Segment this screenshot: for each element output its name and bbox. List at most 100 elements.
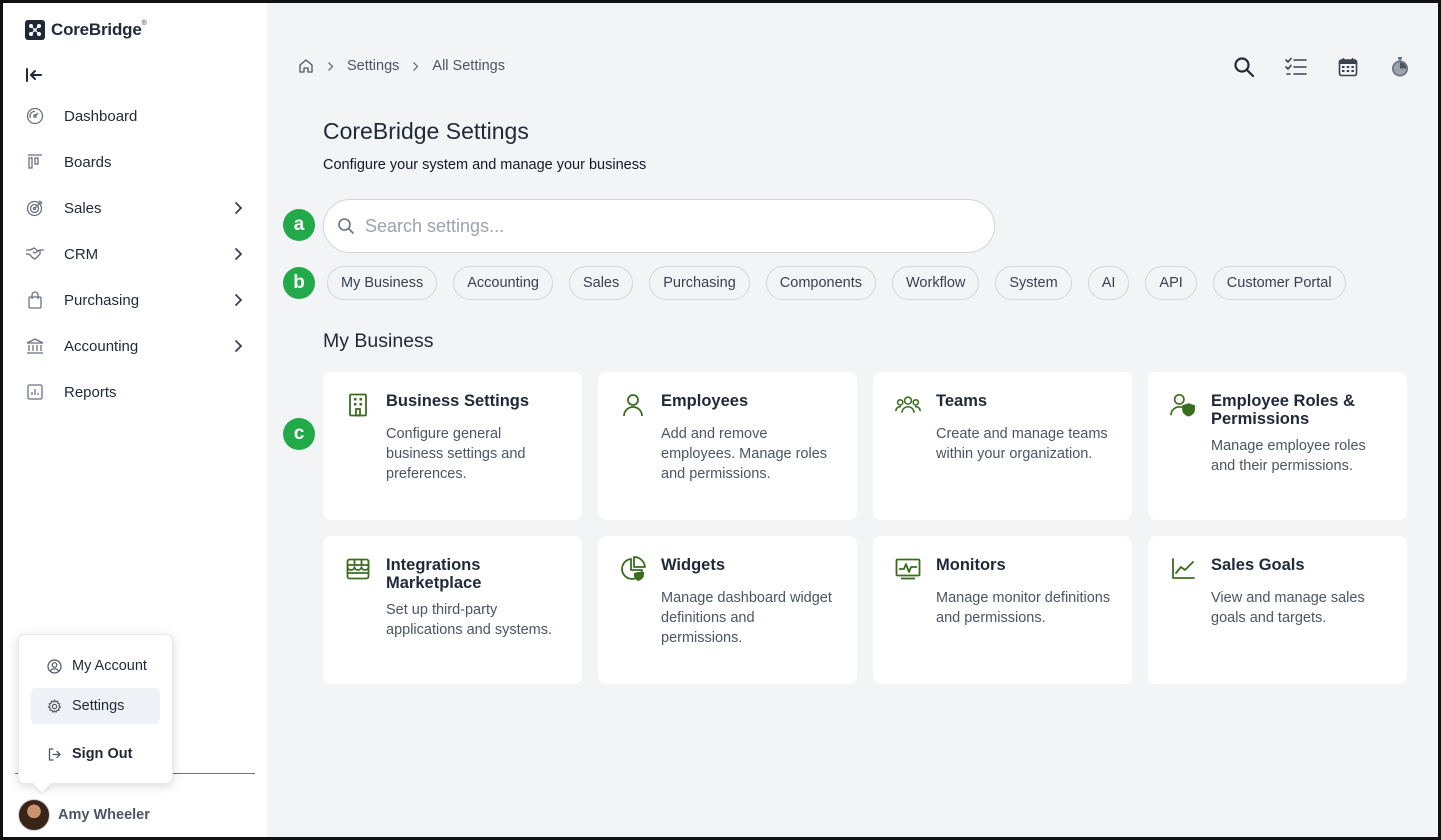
chip-my-business[interactable]: My Business bbox=[327, 266, 438, 300]
user-shield-icon bbox=[1170, 392, 1196, 418]
card-description: Create and manage teams within your orga… bbox=[936, 426, 1108, 462]
report-chart-icon bbox=[25, 382, 45, 402]
user-circle-icon bbox=[46, 658, 62, 674]
card-teams[interactable]: Teams Create and manage teams within you… bbox=[873, 372, 1132, 520]
corebridge-logo-icon bbox=[25, 20, 45, 40]
sidebar-item-crm[interactable]: CRM bbox=[0, 231, 267, 277]
sidebar-item-sales[interactable]: Sales bbox=[0, 185, 267, 231]
search-icon[interactable] bbox=[1232, 55, 1256, 79]
bank-icon bbox=[25, 336, 45, 356]
card-widgets[interactable]: Widgets Manage dashboard widget definiti… bbox=[598, 536, 857, 684]
app-logo[interactable]: CoreBridge® bbox=[25, 20, 147, 40]
breadcrumb: Settings All Settings bbox=[298, 58, 505, 74]
sidebar-item-purchasing[interactable]: Purchasing bbox=[0, 277, 267, 323]
chip-ai[interactable]: AI bbox=[1087, 266, 1130, 300]
home-icon[interactable] bbox=[298, 58, 314, 74]
chevron-right-icon bbox=[231, 339, 245, 353]
sidebar-item-label: Reports bbox=[64, 383, 117, 401]
card-business-settings[interactable]: Business Settings Configure general busi… bbox=[323, 372, 582, 520]
user-name: Amy Wheeler bbox=[58, 807, 150, 823]
card-employees[interactable]: Employees Add and remove employees. Mana… bbox=[598, 372, 857, 520]
menu-item-label: Sign Out bbox=[72, 746, 133, 762]
user-icon bbox=[620, 392, 646, 418]
menu-item-my-account[interactable]: My Account bbox=[31, 648, 160, 684]
card-title: Employees bbox=[661, 392, 749, 410]
chip-api[interactable]: API bbox=[1145, 266, 1197, 300]
chevron-right-icon bbox=[231, 247, 245, 261]
user-menu-popup: My Account Settings Sign Out bbox=[18, 634, 173, 784]
annotation-marker-a: a bbox=[283, 209, 315, 241]
sidebar-item-label: Boards bbox=[64, 153, 112, 171]
search-input[interactable] bbox=[365, 215, 965, 237]
calendar-icon[interactable] bbox=[1336, 55, 1360, 79]
card-description: Configure general business settings and … bbox=[386, 426, 526, 482]
page-title: CoreBridge Settings bbox=[323, 118, 529, 144]
dashboard-gauge-icon bbox=[25, 106, 45, 126]
card-sales-goals[interactable]: Sales Goals View and manage sales goals … bbox=[1148, 536, 1407, 684]
gear-icon bbox=[46, 698, 62, 714]
sidebar-nav: Dashboard Boards Sales CRM Purchasing Ac… bbox=[0, 93, 267, 415]
card-description: View and manage sales goals and targets. bbox=[1211, 590, 1365, 626]
chip-workflow[interactable]: Workflow bbox=[892, 266, 980, 300]
storefront-icon bbox=[345, 556, 371, 582]
card-description: Add and remove employees. Manage roles a… bbox=[661, 426, 828, 482]
chip-customer-portal[interactable]: Customer Portal bbox=[1212, 266, 1346, 300]
menu-item-settings[interactable]: Settings bbox=[31, 688, 160, 724]
sidebar-item-boards[interactable]: Boards bbox=[0, 139, 267, 185]
chip-sales[interactable]: Sales bbox=[568, 266, 634, 300]
card-title: Employee Roles & Permissions bbox=[1211, 392, 1355, 428]
collapse-sidebar-icon[interactable] bbox=[25, 65, 45, 85]
card-monitors[interactable]: Monitors Manage monitor definitions and … bbox=[873, 536, 1132, 684]
card-description: Manage employee roles and their permissi… bbox=[1211, 438, 1366, 474]
card-title: Integrations Marketplace bbox=[386, 556, 482, 592]
chip-system[interactable]: System bbox=[995, 266, 1072, 300]
card-title: Sales Goals bbox=[1211, 556, 1305, 574]
chevron-right-icon bbox=[231, 293, 245, 307]
team-icon bbox=[895, 392, 921, 418]
card-title: Widgets bbox=[661, 556, 726, 574]
breadcrumb-item-settings[interactable]: Settings bbox=[347, 58, 399, 74]
category-filter-chips: My Business Accounting Sales Purchasing … bbox=[327, 266, 1362, 300]
top-toolbar bbox=[1232, 55, 1440, 79]
sidebar-item-label: Sales bbox=[64, 199, 102, 217]
stopwatch-icon[interactable] bbox=[1388, 55, 1412, 79]
line-chart-icon bbox=[1170, 556, 1196, 582]
sidebar-item-reports[interactable]: Reports bbox=[0, 369, 267, 415]
card-description: Manage dashboard widget definitions and … bbox=[661, 590, 832, 646]
page-subtitle: Configure your system and manage your bu… bbox=[323, 157, 647, 173]
pie-chart-icon bbox=[620, 556, 646, 582]
chip-components[interactable]: Components bbox=[765, 266, 876, 300]
sidebar-item-label: CRM bbox=[64, 245, 99, 263]
chip-purchasing[interactable]: Purchasing bbox=[649, 266, 750, 300]
boards-icon bbox=[25, 152, 45, 172]
annotation-marker-c: c bbox=[283, 418, 315, 450]
sidebar-item-accounting[interactable]: Accounting bbox=[0, 323, 267, 369]
chevron-right-icon bbox=[231, 201, 245, 215]
sign-out-icon bbox=[46, 746, 62, 762]
menu-item-sign-out[interactable]: Sign Out bbox=[31, 736, 160, 772]
settings-search-box[interactable] bbox=[323, 199, 995, 253]
breadcrumb-item-all-settings: All Settings bbox=[432, 58, 505, 74]
user-profile-button[interactable]: Amy Wheeler bbox=[18, 799, 150, 831]
chip-accounting[interactable]: Accounting bbox=[453, 266, 553, 300]
menu-item-label: Settings bbox=[72, 698, 125, 714]
card-description: Manage monitor definitions and permissio… bbox=[936, 590, 1111, 626]
sidebar: CoreBridge® Dashboard Boards Sales CRM P… bbox=[0, 0, 267, 840]
chevron-right-icon bbox=[412, 61, 419, 72]
card-integrations-marketplace[interactable]: Integrations Marketplace Set up third-pa… bbox=[323, 536, 582, 684]
tasks-checklist-icon[interactable] bbox=[1284, 55, 1308, 79]
settings-card-grid: Business Settings Configure general busi… bbox=[323, 372, 1408, 684]
section-title: My Business bbox=[323, 330, 434, 352]
annotation-marker-b: b bbox=[283, 267, 315, 299]
sidebar-item-label: Accounting bbox=[64, 337, 139, 355]
target-icon bbox=[25, 198, 45, 218]
building-icon bbox=[345, 392, 371, 418]
menu-item-label: My Account bbox=[72, 658, 147, 674]
sidebar-item-label: Dashboard bbox=[64, 107, 138, 125]
card-title: Teams bbox=[936, 392, 988, 410]
card-description: Set up third-party applications and syst… bbox=[386, 602, 553, 638]
card-employee-roles-permissions[interactable]: Employee Roles & Permissions Manage empl… bbox=[1148, 372, 1407, 520]
sidebar-item-dashboard[interactable]: Dashboard bbox=[0, 93, 267, 139]
card-title: Business Settings bbox=[386, 392, 530, 410]
shopping-bag-icon bbox=[25, 290, 45, 310]
